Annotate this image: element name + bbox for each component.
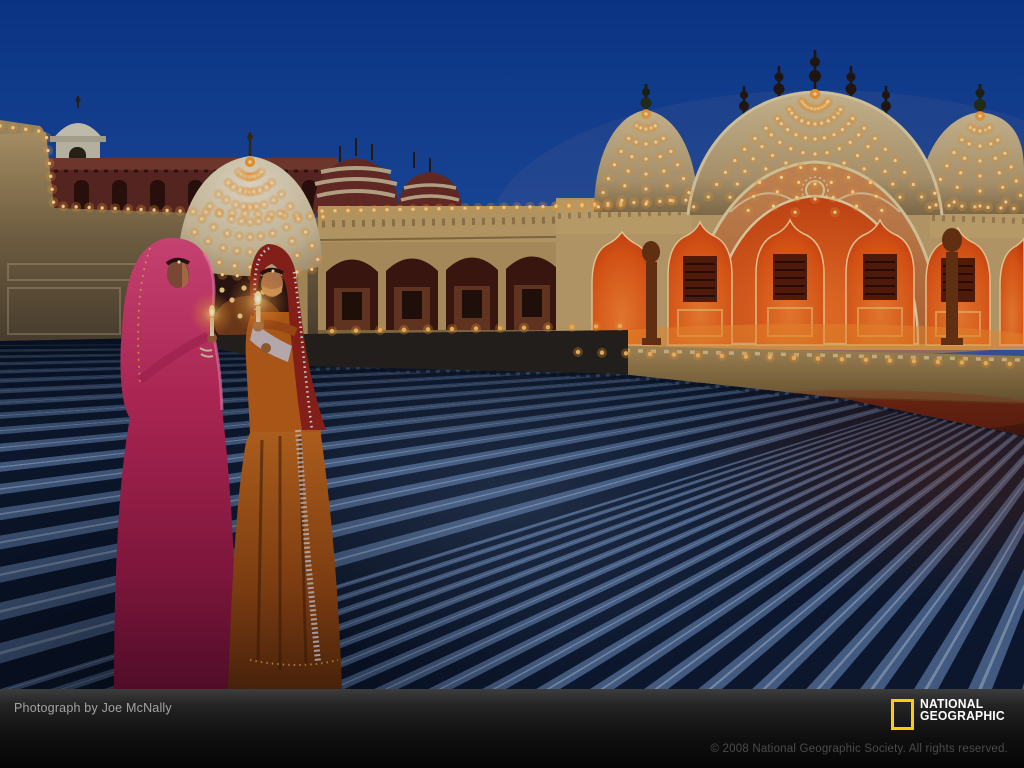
photo-vignette [0,0,1024,689]
brand-wordmark: NATIONAL GEOGRAPHIC [919,697,1005,723]
ng-yellow-frame-icon [890,699,914,730]
photo-credit: Photograph by Joe McNally [14,701,172,715]
photograph [0,0,1024,689]
copyright-notice: © 2008 National Geographic Society. All … [710,743,1008,755]
caption-bar: Photograph by Joe McNally NATIONAL GEOGR… [0,689,1024,768]
national-geographic-logo: NATIONAL GEOGRAPHIC [890,697,1007,730]
